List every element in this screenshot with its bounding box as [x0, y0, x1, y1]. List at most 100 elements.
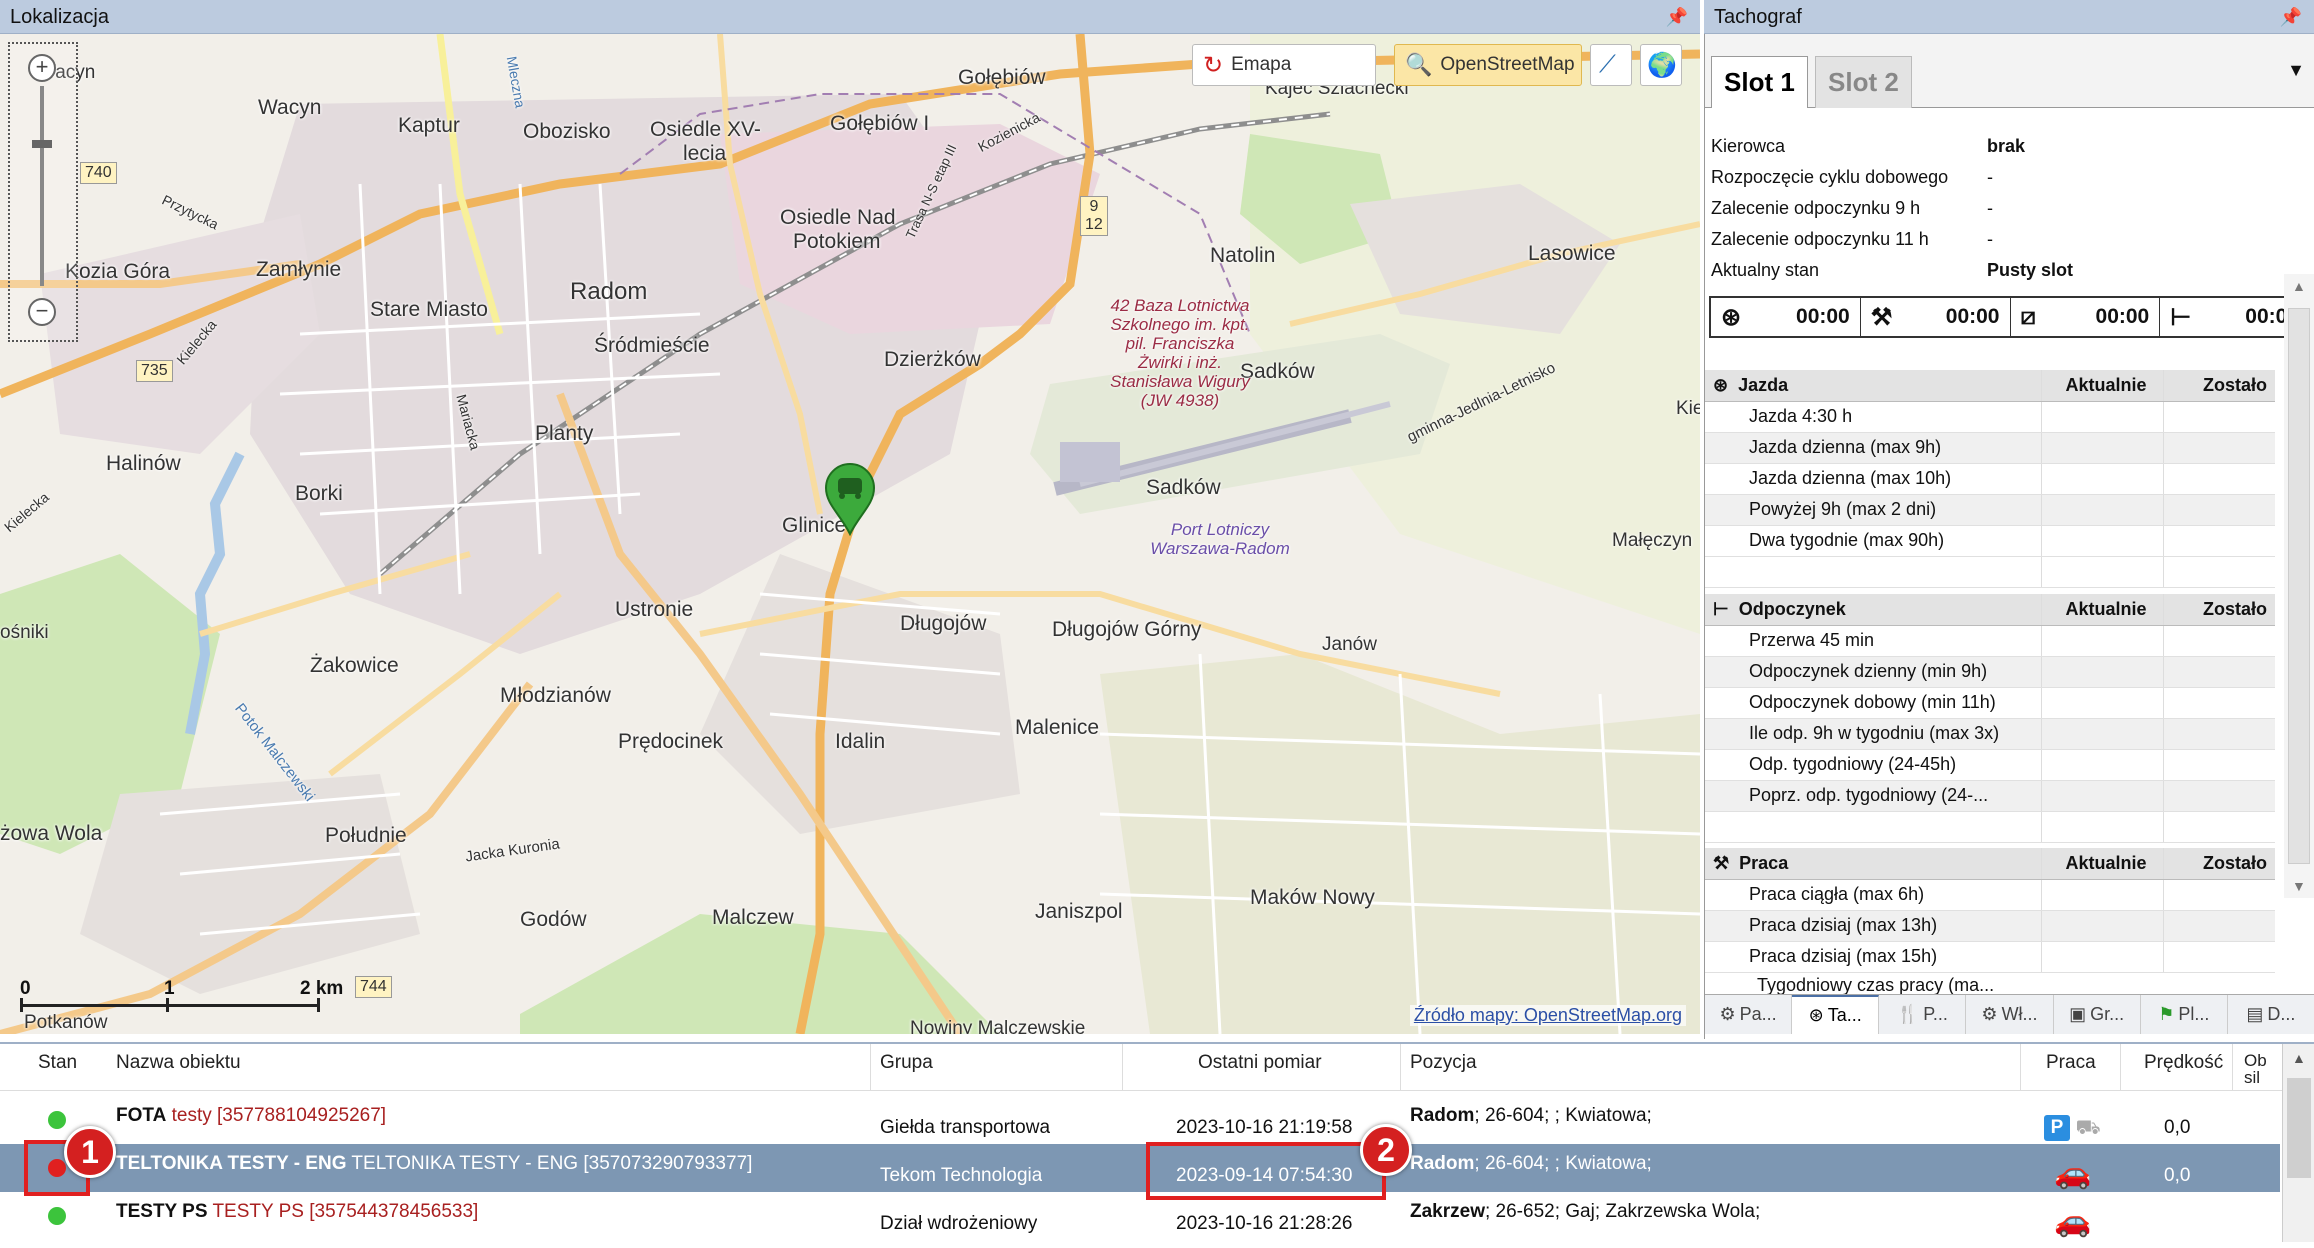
position-city: Radom	[1410, 1105, 1475, 1126]
position-detail: ; 26-652; Gaj; Zakrzewska Wola;	[1484, 1201, 1761, 1222]
map-label: Sadków	[1240, 360, 1315, 383]
emapa-button[interactable]: ↻ Emapa	[1192, 44, 1376, 86]
globe-button[interactable]: 🌍	[1640, 44, 1682, 86]
document-icon: ▤	[2246, 1004, 2264, 1024]
table-row[interactable]: TESTY PS TESTY PS [357544378456533] Dzia…	[0, 1192, 2280, 1240]
map-panel-title-text: Lokalizacja	[10, 6, 109, 28]
col-left: Zostało	[2162, 594, 2275, 626]
col-left: Zostało	[2162, 848, 2275, 880]
callout-badge: 2	[1360, 1124, 1412, 1176]
scale-line	[20, 1004, 320, 1007]
driving-table: ⊛ Jazda Aktualnie Zostało Jazda 4:30 h Jaz…	[1705, 370, 2275, 588]
col-header-stan[interactable]: Stan	[38, 1052, 77, 1074]
object-name: FOTA testy [357788104925267]	[116, 1092, 386, 1140]
col-header-ob[interactable]: Ob sil	[2244, 1052, 2267, 1086]
table-row[interactable]: FOTA testy [357788104925267] Giełda tran…	[0, 1096, 2280, 1144]
road-number-9: 9	[1089, 198, 1099, 215]
map-label: Malczew	[712, 906, 794, 929]
cube-icon: ▣	[2069, 1004, 2087, 1024]
map-label: Prędocinek	[618, 730, 724, 753]
tab-slot-1[interactable]: Slot 1	[1711, 56, 1808, 108]
col-header-nazwa[interactable]: Nazwa obiektu	[116, 1052, 241, 1074]
zoom-control: + −	[8, 42, 78, 342]
map-label: Obozisko	[523, 120, 611, 143]
map-label: Nowiny Malczewskie	[910, 1018, 1086, 1034]
vehicle-marker-icon[interactable]	[822, 462, 878, 536]
grid-scrollbar[interactable]: ▲	[2282, 1044, 2314, 1242]
map-label: Idalin	[835, 730, 886, 753]
zoom-slider-handle[interactable]	[32, 140, 52, 148]
status-dot	[48, 1207, 66, 1225]
map-label: Młodzianów	[500, 684, 611, 707]
tab-documents[interactable]: ▤ D...	[2228, 995, 2314, 1034]
zoom-in-button[interactable]: +	[28, 54, 56, 82]
table-row: Tygodniowy czas pracy (ma...	[1757, 976, 1995, 994]
scroll-thumb[interactable]	[2288, 308, 2310, 864]
map-label: Lasowice	[1528, 242, 1616, 265]
openstreetmap-label: OpenStreetMap	[1440, 54, 1575, 75]
map-label: Śródmieście	[594, 334, 710, 357]
map-label: Natolin	[1210, 244, 1276, 267]
col-header-praca[interactable]: Praca	[2046, 1052, 2096, 1074]
table-row: Jazda dzienna (max 10h)	[1705, 463, 2041, 495]
pin-icon[interactable]: 📌	[1666, 0, 1688, 34]
callout-badge: 1	[64, 1126, 116, 1178]
pin-icon[interactable]: 📌	[2280, 0, 2302, 34]
road-number: 9 12	[1080, 196, 1108, 236]
status-dot	[48, 1111, 66, 1129]
col-header-grupa[interactable]: Grupa	[880, 1052, 933, 1074]
table-row-selected[interactable]: TELTONIKA TESTY - ENG TELTONIKA TESTY - …	[0, 1144, 2280, 1192]
position-detail: ; 26-604; ; Kwiatowa;	[1474, 1105, 1652, 1126]
info-row: Aktualny stan Pusty slot	[1711, 256, 2073, 284]
col-header-pomiar[interactable]: Ostatni pomiar	[1198, 1052, 1322, 1074]
tab-slot-2[interactable]: Slot 2	[1815, 56, 1912, 108]
scroll-down-icon[interactable]: ▼	[2292, 878, 2306, 894]
scroll-up-icon[interactable]: ▲	[2292, 278, 2306, 294]
steering-wheel-icon: ⊛	[1808, 1005, 1824, 1025]
chevron-down-icon[interactable]: ▼	[2287, 60, 2305, 81]
tab-parameters[interactable]: ⚙ Pa...	[1705, 995, 1793, 1034]
hammers-icon: ⚒	[1713, 852, 1730, 873]
info-row: Zalecenie odpoczynku 11 h -	[1711, 225, 1993, 253]
zoom-slider-track[interactable]	[40, 86, 44, 286]
availability-timer: ⧄ 00:00	[2011, 298, 2161, 336]
section-title: Odpoczynek	[1738, 598, 1846, 619]
map-view[interactable]: Gołębiów Gołębiów I Wacyn Wacyn Kaptur O…	[0, 34, 1700, 1034]
tacho-scrollbar[interactable]: ▲ ▼	[2284, 274, 2314, 898]
info-key: Zalecenie odpoczynku 9 h	[1711, 198, 1921, 218]
col-header-pozycja[interactable]: Pozycja	[1410, 1052, 1477, 1074]
info-value: -	[1987, 167, 1993, 187]
object-group: Dział wdrożeniowy	[880, 1213, 1038, 1234]
object-position: Radom; 26-604; ; Kwiatowa;	[1410, 1140, 1652, 1188]
object-subtitle: TELTONIKA TESTY - ENG [357073290793377]	[351, 1153, 753, 1174]
map-attribution-link[interactable]: Źródło mapy: OpenStreetMap.org	[1409, 1005, 1686, 1026]
slot-tabs: Slot 1 Slot 2 ▼	[1705, 34, 2314, 108]
scroll-up-icon[interactable]: ▲	[2292, 1050, 2306, 1066]
availability-icon: ⧄	[2020, 303, 2036, 330]
map-label: Dzierżków	[884, 348, 981, 371]
fork-knife-icon: 🍴	[1896, 1004, 1920, 1024]
map-label: Gołębiów I	[830, 112, 930, 135]
tab-groups[interactable]: ▣ Gr...	[2054, 995, 2141, 1034]
object-title: FOTA	[116, 1105, 167, 1126]
zoom-out-button[interactable]: −	[28, 298, 56, 326]
map-panel-title: Lokalizacja 📌	[0, 0, 1700, 34]
scale-bar: 0 1 2 km	[12, 974, 352, 1024]
map-label: Południe	[325, 824, 407, 847]
map-label: Malenice	[1015, 716, 1100, 739]
tab-properties[interactable]: ⚙ Wł...	[1966, 995, 2054, 1034]
tab-tachograph[interactable]: ⊛ Ta...	[1792, 995, 1880, 1034]
openstreetmap-button[interactable]: 🔍 OpenStreetMap	[1394, 44, 1582, 86]
hammers-icon: ⚒	[1870, 303, 1893, 331]
tab-plan[interactable]: ⚑ Pl...	[2141, 995, 2228, 1034]
driving-timer: ⊛ 00:00	[1711, 298, 1861, 336]
route-button[interactable]: ⟋	[1590, 44, 1632, 86]
tab-pois[interactable]: 🍴 P...	[1879, 995, 1967, 1034]
flag-icon: ⚑	[2158, 1004, 2175, 1024]
info-key: Kierowca	[1711, 136, 1786, 156]
bed-icon: ⊢	[1713, 598, 1729, 619]
scroll-thumb[interactable]	[2287, 1078, 2311, 1178]
col-header-predkosc[interactable]: Prędkość	[2144, 1052, 2223, 1074]
info-key: Aktualny stan	[1711, 260, 1820, 280]
car-icon: 🚗	[2054, 1205, 2092, 1238]
